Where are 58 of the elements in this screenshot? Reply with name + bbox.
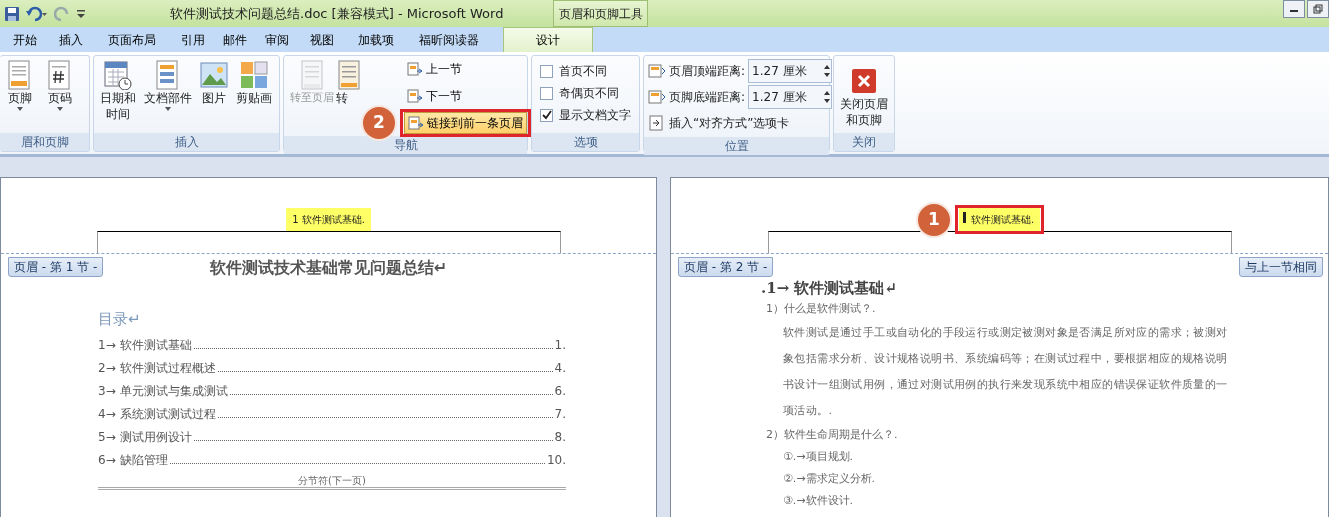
same-as-previous-tag: 与上一节相同 [1239, 257, 1323, 277]
header-text[interactable]: 1 软件测试基础. [286, 208, 371, 231]
ribbon-button[interactable]: 插入“对齐方式”选项卡 [669, 113, 790, 132]
section-break: 分节符(下一页) [98, 474, 566, 490]
toc-entry[interactable]: 1→ 软件测试基础 1. [98, 330, 566, 354]
ribbon-button[interactable]: 日期和时间 [98, 58, 138, 124]
toc-entry[interactable]: 2→ 软件测试过程概述 4. [98, 353, 566, 377]
document-title: 软件测试技术基础常见问题总结↵ [209, 258, 448, 277]
ribbon-button[interactable]: 上一节 [404, 58, 527, 80]
toc-entry[interactable]: 6→ 缺陷管理 10. [98, 445, 566, 469]
ribbon-tab[interactable]: 开始 [0, 27, 50, 52]
checkbox-label: 显示文档文字 [559, 107, 631, 124]
ribbon-button[interactable]: 下一节 [404, 85, 527, 107]
section-tag: 页眉 - 第 1 节 - [8, 257, 104, 277]
ribbon-button[interactable]: 链接到前一条页眉 [404, 112, 527, 134]
group-label: 关闭 [834, 133, 894, 151]
ribbon-button[interactable]: 页脚 [4, 58, 36, 114]
group-label: 选项 [532, 133, 639, 151]
ribbon-button[interactable]: 图片 [198, 58, 230, 108]
group-label: 插入 [94, 133, 279, 151]
ribbon-tab[interactable]: 加载项 [346, 27, 406, 52]
close-header-footer-button[interactable]: 关闭页眉和页脚 [838, 58, 890, 130]
question-text: 1）什么是软件测试？. [766, 301, 877, 317]
checkbox-label: 首页不同 [559, 63, 607, 80]
context-tab-title: 页眉和页脚工具 [553, 0, 648, 27]
ribbon-tab[interactable]: 插入 [50, 27, 92, 52]
field-label: 页眉顶端距离: [669, 62, 746, 80]
group-label: 眉和页脚 [0, 133, 89, 151]
spin-field[interactable]: 1.27 厘米 [748, 84, 833, 109]
spin-field[interactable]: 1.27 厘米 [748, 58, 833, 83]
ribbon-button[interactable]: 页码 [44, 58, 76, 114]
question-text: 2）软件生命周期是什么？. [766, 427, 899, 443]
ribbon-button[interactable]: 文档部件 [142, 58, 194, 114]
body-paragraph: 软件测试是通过手工或自动化的手段运行或测定被测对象是否满足所对应的需求；被测对象包括需求分析、设计规格说明书、系统编码等；在测试过程中，要根据相应的规格说明书设计一组测试用例，通过对测试用例的执行来发现系统中相应的错误保证软件质量的一项活动。. [783, 325, 1229, 419]
list-item: ①.→项目规划. [783, 449, 855, 465]
ribbon-tab[interactable]: 引用 [172, 27, 214, 52]
toc-entry[interactable]: 3→ 单元测试与集成测试 6. [98, 376, 566, 400]
ribbon-tab[interactable]: 审阅 [256, 27, 298, 52]
ribbon-tab[interactable]: 福昕阅读器 [406, 27, 492, 52]
ribbon-tab[interactable]: 页面布局 [92, 27, 172, 52]
section-tag: 页眉 - 第 2 节 - [678, 257, 774, 277]
toc-heading: 目录↵ [98, 309, 142, 330]
ribbon-button[interactable]: 转 [336, 58, 362, 108]
group-label: 导航 [284, 136, 527, 154]
header-text[interactable]: 软件测试基础. [958, 208, 1041, 231]
list-item: ②.→需求定义分析. [783, 471, 877, 487]
list-item: ③.→软件设计. [783, 493, 855, 509]
field-label: 页脚底端距离: [669, 88, 746, 106]
ribbon-button[interactable]: 剪贴画 [234, 58, 274, 108]
toc-entry[interactable]: 5→ 测试用例设计 8. [98, 422, 566, 446]
ribbon-tab[interactable]: 邮件 [214, 27, 256, 52]
window-title: 软件测试技术问题总结.doc [兼容模式] - Microsoft Word [170, 4, 504, 23]
ribbon-tab[interactable]: 视图 [298, 27, 346, 52]
group-label: 位置 [644, 137, 829, 155]
section-heading: .1→ 软件测试基础↵ [761, 278, 899, 298]
toc-entry[interactable]: 4→ 系统测试测试过程 7. [98, 399, 566, 423]
checkbox-label: 奇偶页不同 [559, 85, 619, 102]
ribbon-tab[interactable]: 设计 [503, 27, 593, 52]
